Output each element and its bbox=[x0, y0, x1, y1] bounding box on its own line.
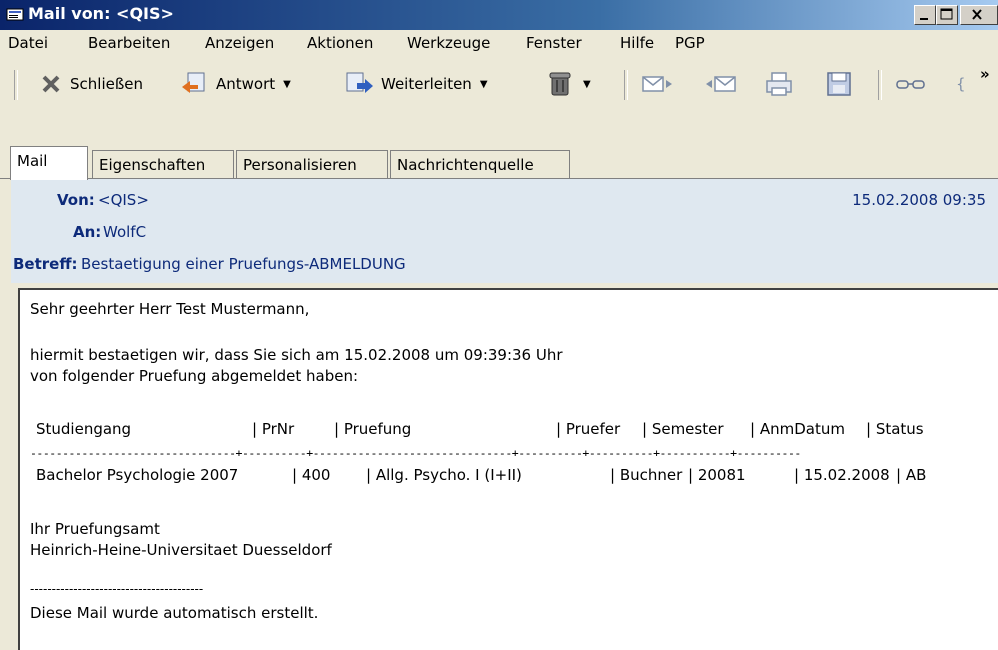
trash-can-icon bbox=[549, 72, 571, 96]
table-cell-status: | AB bbox=[896, 466, 927, 484]
message-body[interactable]: Sehr geehrter Herr Test Mustermann, hier… bbox=[18, 288, 998, 650]
to-value[interactable]: WolfC bbox=[103, 223, 146, 241]
table-header-studiengang: Studiengang bbox=[36, 420, 132, 438]
footer-rule: ---------------------------------------- bbox=[30, 582, 204, 596]
toolbar: Schließen Antwort ▼ Weiterleiten ▼ ▼ {» bbox=[0, 64, 998, 108]
reply-label: Antwort bbox=[216, 75, 276, 93]
forward-icon bbox=[346, 72, 373, 93]
toolbar-grip bbox=[14, 70, 18, 100]
table-cell-studiengang: Bachelor Psychologie 2007 bbox=[36, 466, 239, 484]
tab-nachrichtenquelle[interactable]: Nachrichtenquelle bbox=[390, 150, 570, 178]
table-header-prnr: | PrNr bbox=[252, 420, 295, 438]
table-cell-pruefung: | Allg. Psycho. I (I+II) bbox=[366, 466, 522, 484]
close-icon bbox=[972, 9, 982, 20]
subject-value: Bestaetigung einer Pruefungs-ABMELDUNG bbox=[81, 255, 406, 273]
to-label: An: bbox=[73, 223, 102, 241]
previous-message-button[interactable] bbox=[640, 64, 674, 104]
signature-line-1: Ihr Pruefungsamt bbox=[30, 520, 160, 538]
floppy-disk-icon bbox=[827, 72, 851, 96]
partial-tool-icon: { bbox=[956, 75, 966, 93]
close-message-button[interactable]: Schließen bbox=[40, 64, 143, 104]
greeting-text: Sehr geehrter Herr Test Mustermann, bbox=[30, 300, 310, 318]
menu-pgp[interactable]: PGP bbox=[675, 34, 705, 52]
minimize-button[interactable] bbox=[914, 5, 936, 25]
save-button[interactable] bbox=[826, 64, 852, 104]
table-cell-prnr: | 400 bbox=[292, 466, 331, 484]
maximize-button[interactable] bbox=[936, 5, 958, 25]
footer-text: Diese Mail wurde automatisch erstellt. bbox=[30, 604, 319, 622]
menu-aktionen[interactable]: Aktionen bbox=[307, 34, 373, 52]
printer-icon bbox=[766, 72, 792, 96]
reply-icon bbox=[182, 72, 205, 93]
glasses-icon bbox=[896, 80, 925, 89]
toolbar-separator bbox=[624, 70, 628, 100]
body-line-2: von folgender Pruefung abgemeldet haben: bbox=[30, 367, 359, 385]
table-divider: --------------------------------+-------… bbox=[30, 446, 801, 456]
table-cell-semester: | 20081 bbox=[688, 466, 746, 484]
reply-dropdown-icon[interactable]: ▼ bbox=[283, 79, 291, 90]
more-tool-button[interactable]: { bbox=[956, 64, 966, 104]
forward-label: Weiterleiten bbox=[381, 75, 472, 93]
table-header-status: | Status bbox=[866, 420, 924, 438]
tab-mail[interactable]: Mail bbox=[10, 146, 88, 180]
menu-anzeigen[interactable]: Anzeigen bbox=[205, 34, 274, 52]
mail-window-icon bbox=[6, 8, 24, 21]
subject-label: Betreff: bbox=[13, 255, 78, 273]
next-message-button[interactable] bbox=[704, 64, 738, 104]
title-bar: Mail von: <QIS> bbox=[0, 0, 998, 30]
tab-personalisieren[interactable]: Personalisieren bbox=[236, 150, 388, 178]
menu-hilfe[interactable]: Hilfe bbox=[620, 34, 654, 52]
delete-button[interactable]: ▼ bbox=[545, 64, 591, 104]
envelope-forward-icon bbox=[642, 76, 672, 92]
minimize-icon bbox=[920, 18, 928, 20]
close-window-button[interactable] bbox=[960, 5, 998, 25]
table-header-pruefer: | Pruefer bbox=[556, 420, 621, 438]
table-header-pruefung: | Pruefung bbox=[334, 420, 412, 438]
tab-eigenschaften[interactable]: Eigenschaften bbox=[92, 150, 234, 178]
message-date: 15.02.2008 09:35 bbox=[852, 191, 986, 209]
table-cell-pruefer: | Buchner bbox=[610, 466, 683, 484]
toolbar-separator-2 bbox=[878, 70, 882, 100]
maximize-icon bbox=[940, 8, 953, 20]
menu-bearbeiten[interactable]: Bearbeiten bbox=[88, 34, 170, 52]
close-label: Schließen bbox=[70, 75, 144, 93]
delete-dropdown-icon[interactable]: ▼ bbox=[583, 79, 591, 90]
window-title: Mail von: <QIS> bbox=[28, 4, 174, 23]
from-label: Von: bbox=[57, 191, 95, 209]
table-header-semester: | Semester bbox=[642, 420, 724, 438]
menu-datei[interactable]: Datei bbox=[8, 34, 48, 52]
close-x-icon bbox=[42, 75, 60, 93]
signature-line-2: Heinrich-Heine-Universitaet Duesseldorf bbox=[30, 541, 332, 559]
menu-fenster[interactable]: Fenster bbox=[526, 34, 582, 52]
menu-werkzeuge[interactable]: Werkzeuge bbox=[407, 34, 490, 52]
forward-dropdown-icon[interactable]: ▼ bbox=[480, 79, 488, 90]
table-cell-anmdatum: | 15.02.2008 bbox=[794, 466, 890, 484]
toolbar-overflow-button[interactable]: » bbox=[980, 54, 990, 94]
table-header-anmdatum: | AnmDatum bbox=[750, 420, 845, 438]
print-button[interactable] bbox=[764, 64, 794, 104]
body-line-1: hiermit bestaetigen wir, dass Sie sich a… bbox=[30, 346, 563, 364]
read-mode-button[interactable] bbox=[894, 64, 928, 104]
from-value[interactable]: <QIS> bbox=[98, 191, 149, 209]
envelope-back-icon bbox=[706, 76, 736, 92]
reply-button[interactable]: Antwort ▼ bbox=[180, 64, 291, 104]
menu-bar: Datei Bearbeiten Anzeigen Aktionen Werkz… bbox=[0, 30, 998, 60]
message-header: Von: <QIS> 15.02.2008 09:35 An: WolfC Be… bbox=[11, 178, 998, 283]
forward-button[interactable]: Weiterleiten ▼ bbox=[345, 64, 488, 104]
